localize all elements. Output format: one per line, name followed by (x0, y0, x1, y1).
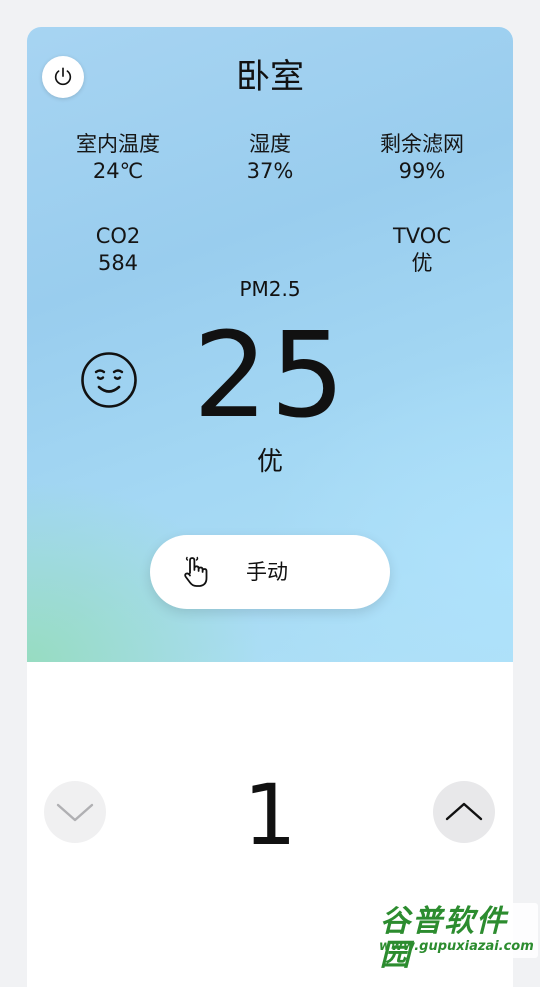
chevron-up-icon (445, 802, 483, 821)
air-quality-panel: 卧室 室内温度 24℃ 湿度 37% 剩余滤网 99% CO2 584 TVOC… (27, 27, 513, 662)
humidity-stat: 湿度 37% (195, 131, 345, 185)
indoor-temp-label: 室内温度 (76, 132, 160, 156)
filter-left-value: 99% (398, 159, 446, 183)
co2-label: CO2 (95, 224, 141, 248)
mode-label: 手动 (246, 560, 288, 584)
filter-left-stat: 剩余滤网 99% (347, 131, 497, 185)
humidity-label: 湿度 (249, 132, 291, 156)
room-title: 卧室 (236, 57, 304, 97)
speed-up-button[interactable] (433, 781, 495, 843)
tvoc-value: 优 (411, 251, 433, 275)
pm25-value: 25 (192, 306, 348, 444)
indoor-temp-stat: 室内温度 24℃ (43, 131, 193, 185)
co2-value: 584 (97, 251, 139, 275)
hand-pointer-icon (184, 556, 208, 587)
humidity-value: 37% (246, 159, 294, 183)
device-card: 卧室 室内温度 24℃ 湿度 37% 剩余滤网 99% CO2 584 TVOC… (27, 27, 513, 987)
mode-button[interactable]: 手动 (150, 535, 390, 609)
watermark-url: www.gupuxiazai.com (379, 939, 534, 954)
tvoc-label: TVOC (392, 224, 452, 248)
tvoc-stat: TVOC 优 (347, 223, 497, 277)
pm25-label: PM2.5 (239, 277, 301, 301)
filter-left-label: 剩余滤网 (380, 132, 464, 156)
pm25-quality: 优 (256, 447, 283, 477)
indoor-temp-value: 24℃ (92, 159, 144, 183)
co2-stat: CO2 584 (43, 223, 193, 277)
watermark-logo: 谷普软件园 www.gupuxiazai.com (376, 903, 538, 973)
